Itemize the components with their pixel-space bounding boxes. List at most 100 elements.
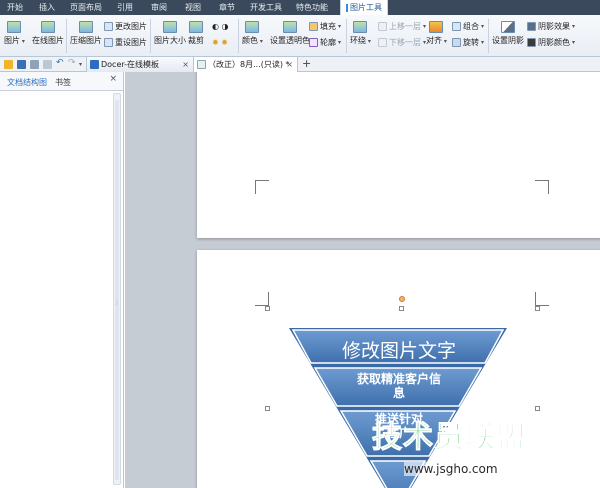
shadow-color-button[interactable]: 阴影颜色 ▾ (527, 37, 575, 48)
resize-handle[interactable] (535, 406, 540, 411)
close-icon[interactable]: × (182, 57, 189, 72)
group-icon (452, 22, 461, 31)
tab-document-outline[interactable]: 文档结构图 (7, 77, 47, 88)
picture-size-icon (163, 21, 177, 33)
picture-size-label: 图片大小 (154, 36, 186, 45)
picture-size-button[interactable]: 图片大小 (154, 21, 186, 46)
outline-button[interactable]: 轮廓 ▾ (309, 37, 341, 48)
bring-forward-label: 上移一层 (389, 22, 421, 31)
insert-picture-label: 图片 (4, 36, 20, 45)
save-icon[interactable] (17, 60, 26, 69)
tab-view[interactable]: 视图 (176, 0, 210, 15)
panel-scrollbar[interactable]: ⋮ (113, 93, 121, 485)
document-icon (197, 60, 206, 69)
align-button[interactable]: 对齐 ▾ (426, 21, 447, 46)
print-icon[interactable] (30, 60, 39, 69)
tab-current-document[interactable]: （改正）8月...(只读) * × (194, 57, 298, 72)
reset-picture-button[interactable]: 重设图片 (104, 37, 147, 48)
tab-picture-tools-label: 图片工具 (350, 3, 382, 12)
docer-icon (90, 60, 99, 69)
reset-picture-label: 重设图片 (115, 38, 147, 47)
rotate-label: 旋转 (463, 38, 479, 47)
rotate-button[interactable]: 旋转 ▾ (452, 37, 484, 48)
tab-picture-tools[interactable]: 图片工具 (340, 0, 388, 15)
tab-page-layout[interactable]: 页面布局 (64, 0, 108, 15)
open-folder-icon[interactable] (4, 60, 13, 69)
tab-home[interactable]: 开始 (0, 0, 30, 15)
online-picture-button[interactable]: 在线图片 (32, 21, 64, 46)
crop-icon (189, 21, 203, 33)
resize-handle[interactable] (265, 306, 270, 311)
color-label: 颜色 (242, 36, 258, 45)
compress-icon (79, 21, 93, 33)
fill-button[interactable]: 填充 ▾ (309, 21, 341, 32)
brightness-buttons[interactable]: ✹ ✹ (212, 37, 228, 48)
watermark-url: www.jsgho.com (404, 462, 498, 476)
change-picture-icon (104, 22, 113, 31)
set-transparent-button[interactable]: 设置透明色 (270, 21, 310, 46)
close-icon[interactable]: × (286, 57, 293, 72)
send-backward-button[interactable]: 下移一层 ▾ (378, 37, 426, 48)
bring-forward-button[interactable]: 上移一层 ▾ (378, 21, 426, 32)
tab-references[interactable]: 引用 (108, 0, 142, 15)
change-picture-button[interactable]: 更改图片 (104, 21, 147, 32)
quick-access-bar: ↶ ↷ ▾ Docer-在线模板 × （改正）8月...(只读) * × (0, 57, 600, 72)
tab-special[interactable]: 特色功能 (288, 0, 336, 15)
tab-developer[interactable]: 开发工具 (244, 0, 288, 15)
margin-corner-marker (255, 180, 269, 194)
picture-icon (7, 21, 22, 33)
resize-handle[interactable] (535, 306, 540, 311)
margin-corner-marker (535, 292, 549, 306)
color-button[interactable]: 颜色 ▾ (242, 21, 263, 46)
document-tab-label: （改正）8月...(只读) * (208, 60, 290, 69)
wrap-text-button[interactable]: 环绕 ▾ (350, 21, 371, 46)
resize-handle[interactable] (265, 406, 270, 411)
transparent-color-icon (283, 21, 297, 33)
rotate-handle[interactable] (399, 296, 405, 302)
send-backward-icon (378, 38, 387, 47)
outline-icon (309, 38, 318, 47)
redo-icon[interactable]: ↷ (68, 58, 77, 68)
crop-label: 裁剪 (188, 36, 204, 45)
close-icon[interactable]: × (109, 74, 117, 84)
funnel-level-2-line-1: 获取精准客户信 (356, 372, 441, 386)
tab-docer-templates[interactable]: Docer-在线模板 × (86, 57, 194, 72)
docer-tab-label: Docer-在线模板 (101, 60, 160, 69)
group-button[interactable]: 组合 ▾ (452, 21, 484, 32)
document-canvas: 修改图片文字 获取精准客户信 息 推送针对 性广 (125, 72, 600, 488)
new-tab-plus-icon[interactable]: + (302, 57, 311, 72)
navigation-panel: 文档结构图 书签 × ⋮ (0, 72, 124, 488)
scrollbar-thumb[interactable] (115, 100, 119, 480)
margin-corner-marker (255, 292, 269, 306)
reset-picture-icon (104, 38, 113, 47)
brightness-icon: ✹ ✹ (212, 38, 228, 47)
compress-picture-button[interactable]: 压缩图片 (70, 21, 102, 46)
set-transparent-label: 设置透明色 (270, 36, 310, 45)
shadow-settings-button[interactable]: 设置阴影 (492, 21, 524, 46)
tab-chapter[interactable]: 章节 (210, 0, 244, 15)
tab-insert[interactable]: 插入 (30, 0, 64, 15)
funnel-level-1-text: 修改图片文字 (341, 340, 456, 362)
ribbon-separator (150, 19, 151, 53)
change-picture-label: 更改图片 (115, 22, 147, 31)
tab-bookmarks[interactable]: 书签 (55, 77, 71, 88)
insert-picture-button[interactable]: 图片 ▾ (4, 21, 25, 46)
bring-forward-icon (378, 22, 387, 31)
crop-button[interactable]: 裁剪 (188, 21, 204, 46)
shadow-effect-button[interactable]: 阴影效果 ▾ (527, 21, 575, 32)
undo-icon[interactable]: ↶ (56, 58, 65, 68)
resize-handle[interactable] (399, 306, 404, 311)
panel-tabs: 文档结构图 书签 × (0, 72, 123, 91)
ribbon-separator (238, 19, 239, 53)
group-label: 组合 (463, 22, 479, 31)
wrap-label: 环绕 (350, 36, 366, 45)
ribbon: 图片 ▾ 在线图片 压缩图片 更改图片 重设图片 图片大小 裁剪 ◐ ◑ ✹ ✹… (0, 15, 600, 57)
funnel-level-2-line-2: 息 (392, 386, 405, 400)
contrast-icon: ◐ ◑ (212, 22, 229, 31)
print-preview-icon[interactable] (43, 60, 52, 69)
tab-review[interactable]: 审阅 (142, 0, 176, 15)
compress-label: 压缩图片 (70, 36, 102, 45)
ribbon-separator (346, 19, 347, 53)
contrast-buttons[interactable]: ◐ ◑ (212, 21, 229, 32)
outline-label: 轮廓 (320, 38, 336, 47)
